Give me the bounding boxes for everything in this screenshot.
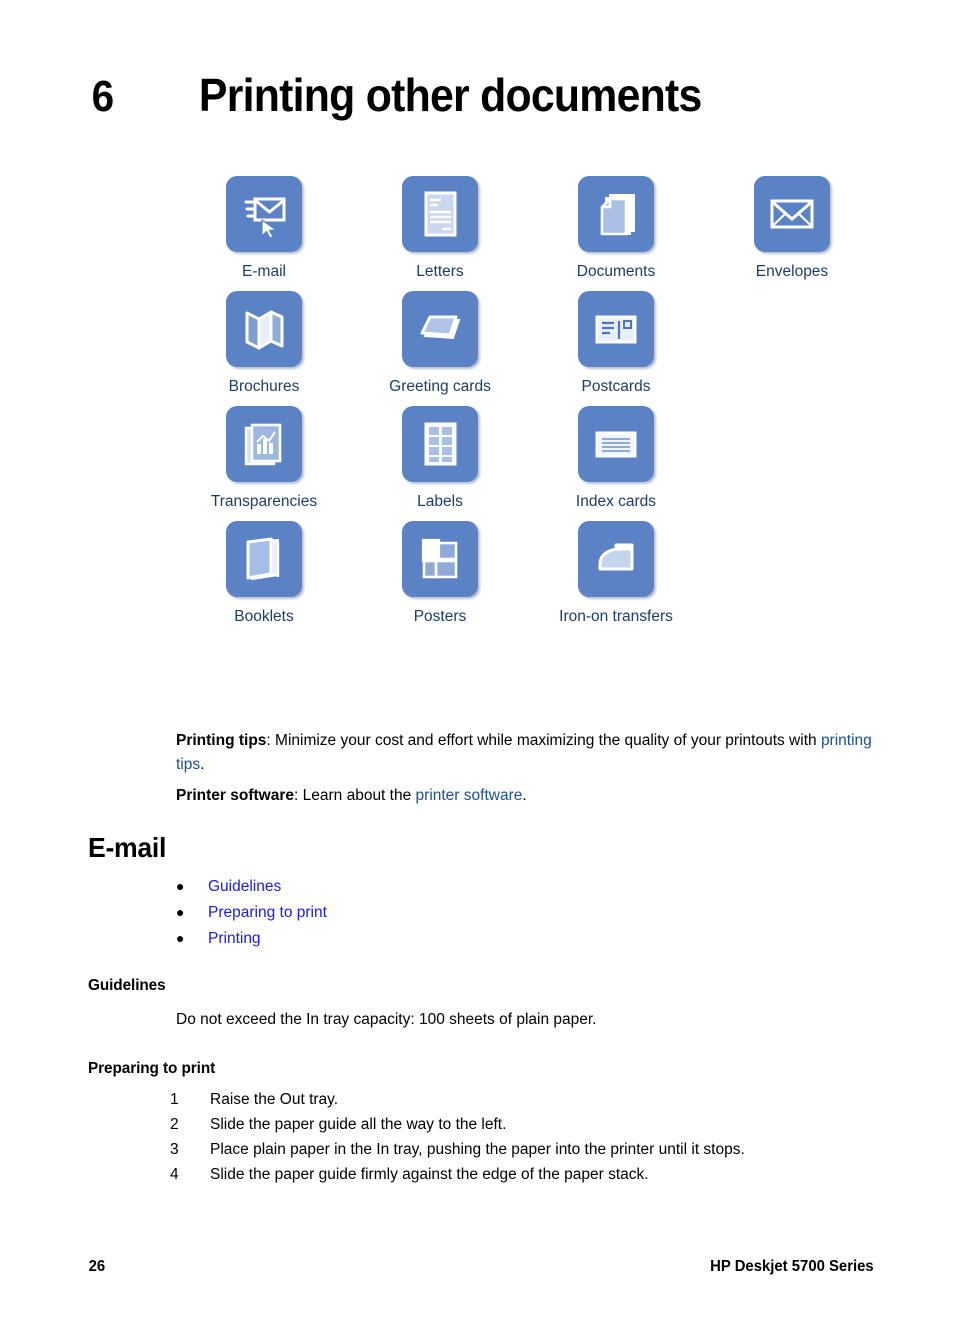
- subheading-guidelines: Guidelines: [88, 977, 166, 994]
- bullet-icon: ●: [176, 930, 185, 946]
- grid-item-email[interactable]: E-mail: [176, 176, 352, 280]
- step-text: Slide the paper guide firmly against the…: [210, 1166, 649, 1183]
- list-item: 1 Raise the Out tray.: [170, 1087, 745, 1112]
- grid-label: Booklets: [234, 608, 294, 626]
- printing-tips-label: Printing tips: [176, 732, 267, 749]
- greeting-card-icon: [402, 291, 478, 368]
- grid-item-envelopes[interactable]: Envelopes: [704, 176, 880, 280]
- grid-label: Iron-on transfers: [559, 608, 673, 626]
- link-printing[interactable]: Printing: [208, 927, 261, 951]
- grid-item-greeting-cards[interactable]: Greeting cards: [352, 291, 528, 395]
- printer-software-period: .: [522, 787, 527, 804]
- link-guidelines[interactable]: Guidelines: [208, 875, 281, 899]
- transparency-chart-icon: [226, 406, 302, 483]
- index-card-icon: [578, 406, 654, 483]
- letter-page-icon: [402, 176, 478, 252]
- label-sheet-icon: [402, 406, 478, 483]
- grid-label: Letters: [416, 263, 464, 280]
- grid-item-documents[interactable]: Documents: [528, 176, 704, 280]
- grid-item-labels[interactable]: Labels: [352, 406, 528, 510]
- printing-tips-paragraph: Printing tips: Minimize your cost and ef…: [176, 729, 876, 777]
- grid-label: Labels: [417, 493, 463, 511]
- bullet-icon: ●: [176, 904, 185, 920]
- grid-item-brochures[interactable]: Brochures: [176, 291, 352, 395]
- step-number: 1: [170, 1091, 179, 1108]
- list-item: 4 Slide the paper guide firmly against t…: [170, 1162, 745, 1187]
- link-preparing-to-print[interactable]: Preparing to print: [208, 901, 327, 925]
- grid-item-index-cards[interactable]: Index cards: [528, 406, 704, 510]
- postcard-icon: [578, 291, 654, 368]
- iron-icon: [578, 521, 654, 598]
- list-item: 2 Slide the paper guide all the way to t…: [170, 1112, 745, 1137]
- document-stack-icon: [578, 176, 654, 252]
- guidelines-body-text: Do not exceed the In tray capacity: 100 …: [176, 1011, 597, 1028]
- email-subsection-links: ● Guidelines ● Preparing to print ● Prin…: [176, 874, 327, 952]
- grid-item-booklets[interactable]: Booklets: [176, 521, 352, 625]
- printer-software-label: Printer software: [176, 787, 295, 804]
- chapter-number: 6: [91, 72, 115, 121]
- printing-tips-text: : Minimize your cost and effort while ma…: [266, 732, 821, 749]
- chapter-heading: 6 Printing other documents: [88, 68, 720, 122]
- step-number: 3: [170, 1141, 179, 1158]
- brochure-fold-icon: [226, 291, 302, 368]
- icon-row: Transparencies Labels Index cards: [176, 406, 896, 510]
- list-item[interactable]: ● Printing: [176, 926, 327, 951]
- icon-row: E-mail Letters Documents Envelopes: [176, 176, 896, 280]
- grid-item-iron-on-transfers[interactable]: Iron-on transfers: [528, 521, 704, 625]
- printer-software-paragraph: Printer software: Learn about the printe…: [176, 784, 876, 808]
- poster-tile-icon: [402, 521, 478, 598]
- grid-label: Index cards: [575, 493, 657, 511]
- step-text: Slide the paper guide all the way to the…: [210, 1116, 507, 1133]
- icon-row: Brochures Greeting cards Postcards: [176, 291, 896, 395]
- document-type-grid: E-mail Letters Documents Envelopes Broch…: [176, 176, 896, 636]
- printing-tips-period: .: [200, 756, 205, 773]
- printer-software-link[interactable]: printer software: [416, 787, 523, 804]
- step-text: Raise the Out tray.: [210, 1091, 339, 1108]
- page-title: Printing other documents: [198, 69, 702, 121]
- tips-block: Printing tips: Minimize your cost and ef…: [176, 729, 876, 808]
- bullet-icon: ●: [176, 878, 185, 894]
- list-item[interactable]: ● Preparing to print: [176, 900, 327, 925]
- list-item: 3 Place plain paper in the In tray, push…: [170, 1137, 745, 1162]
- envelope-icon: [754, 176, 830, 252]
- footer-document-title: HP Deskjet 5700 Series: [710, 1258, 874, 1275]
- grid-label: Greeting cards: [389, 378, 491, 396]
- email-cursor-icon: [226, 176, 302, 252]
- grid-label: Envelopes: [755, 263, 829, 280]
- grid-label: Postcards: [581, 378, 651, 396]
- grid-label: Transparencies: [210, 493, 318, 511]
- step-text: Place plain paper in the In tray, pushin…: [210, 1141, 745, 1158]
- section-heading-email: E-mail: [88, 832, 167, 863]
- step-number: 2: [170, 1116, 179, 1133]
- preparing-steps-list: 1 Raise the Out tray. 2 Slide the paper …: [170, 1087, 745, 1187]
- printer-software-text: : Learn about the: [294, 787, 416, 804]
- list-item[interactable]: ● Guidelines: [176, 874, 327, 899]
- document-page: 6 Printing other documents E-mail Letter…: [0, 0, 954, 1321]
- subheading-preparing-to-print: Preparing to print: [88, 1060, 216, 1077]
- grid-item-transparencies[interactable]: Transparencies: [176, 406, 352, 510]
- grid-label: E-mail: [242, 263, 286, 280]
- page-footer: 26 HP Deskjet 5700 Series: [88, 1258, 880, 1276]
- grid-label: Brochures: [228, 378, 300, 396]
- grid-item-letters[interactable]: Letters: [352, 176, 528, 280]
- booklet-icon: [226, 521, 302, 598]
- grid-label: Documents: [576, 263, 656, 280]
- icon-row: Booklets Posters Iron-on transfers: [176, 521, 896, 625]
- grid-item-posters[interactable]: Posters: [352, 521, 528, 625]
- grid-label: Posters: [413, 608, 467, 626]
- step-number: 4: [170, 1166, 179, 1183]
- footer-page-number: 26: [88, 1258, 106, 1275]
- grid-item-postcards[interactable]: Postcards: [528, 291, 704, 395]
